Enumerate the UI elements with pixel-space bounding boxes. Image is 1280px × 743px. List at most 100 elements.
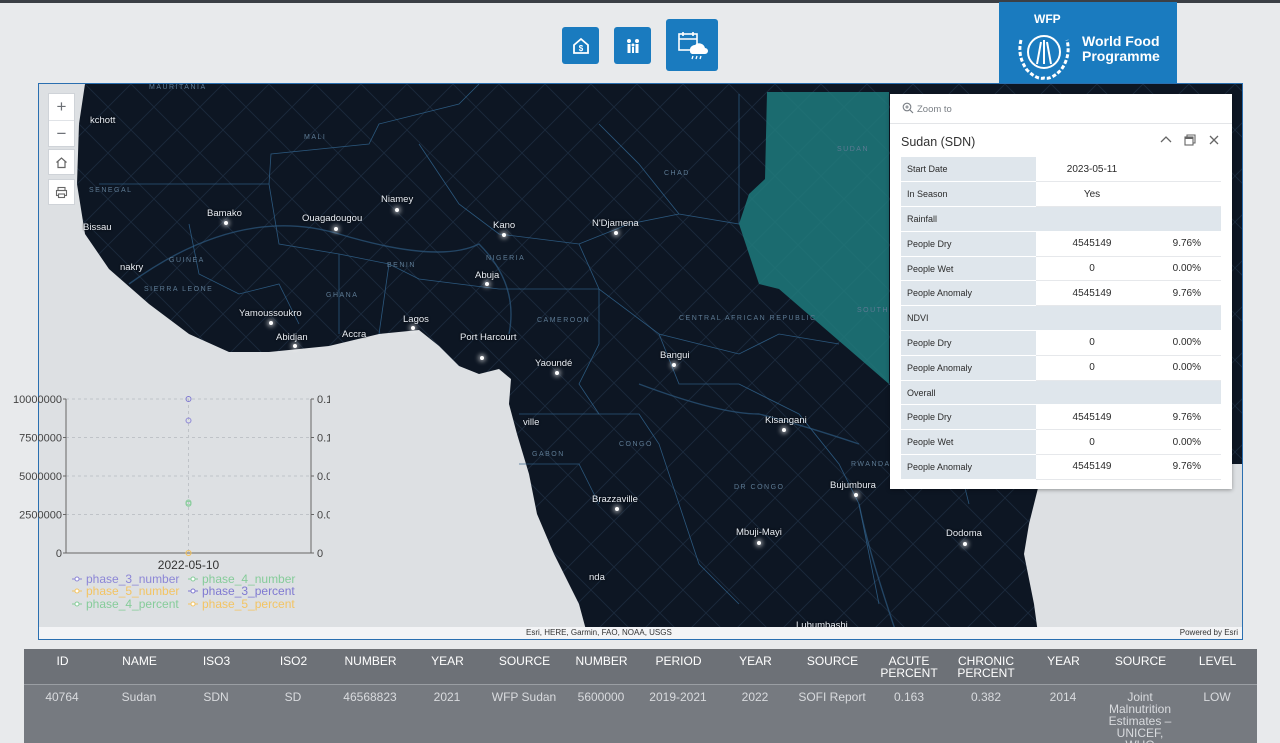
legend-marker-dot (190, 588, 196, 594)
column-header[interactable]: PERIOD (640, 655, 717, 667)
column-header[interactable]: ACUTE PERCENT (879, 655, 939, 679)
city-label: ville (523, 417, 540, 428)
popup-row-value: 0 (1036, 256, 1148, 282)
column-header[interactable]: SOURCE (794, 655, 871, 667)
city-label: Dodoma (946, 528, 982, 539)
popup-row-percent (1148, 380, 1221, 406)
svg-text:SUDAN: SUDAN (837, 146, 869, 153)
column-header[interactable]: ID (24, 655, 101, 667)
zoom-to-action[interactable]: Zoom to (890, 94, 1232, 124)
popup-row-label: People Anomaly (901, 280, 1036, 307)
legend-marker-dot (74, 588, 80, 594)
popup-row-percent: 0.00% (1148, 256, 1221, 282)
column-header[interactable]: NAME (101, 655, 178, 667)
city-label: Bamako (207, 208, 242, 219)
column-header[interactable]: YEAR (409, 655, 486, 667)
column-header[interactable]: LEVEL (1179, 655, 1256, 667)
table-cell: 40764 (45, 690, 79, 704)
print-icon[interactable] (48, 179, 75, 205)
popup-row-label: Overall (901, 380, 1036, 406)
city-label: Ouagadougou (302, 213, 363, 224)
logo-name: World Food Programme (1082, 33, 1160, 64)
logo-abbr: WFP (1034, 12, 1061, 26)
wheat-wreath-icon (1018, 35, 1070, 80)
popup-row-label: NDVI (901, 305, 1036, 332)
city-label: Abuja (475, 270, 500, 281)
popup-row-label: Start Date (901, 157, 1036, 183)
svg-text:NIGERIA: NIGERIA (486, 255, 525, 262)
popup-title: Sudan (SDN) (901, 135, 976, 149)
city-label: Mbuji-Mayi (736, 527, 782, 538)
city-dot (854, 493, 858, 497)
column-header[interactable]: YEAR (717, 655, 794, 667)
table-cell: Joint Malnutrition Estimates – UNICEF, W… (1108, 690, 1172, 743)
city-dot (963, 542, 967, 546)
popup-row: People Anomaly 4545149 9.76% (901, 454, 1221, 480)
tab-climate[interactable] (666, 19, 718, 71)
column-header[interactable]: ISO3 (178, 655, 255, 667)
svg-text:RWANDA: RWANDA (851, 461, 891, 468)
city-label: Accra (342, 329, 367, 340)
popup-row-percent (1148, 181, 1221, 208)
popup-row-label: Rainfall (901, 206, 1036, 232)
wfp-logo[interactable]: WFP World Food Programme (999, 2, 1177, 94)
zoom-out-icon[interactable]: − (49, 120, 74, 146)
popup-row-label: People Anomaly (901, 355, 1036, 381)
home-icon[interactable] (48, 149, 75, 175)
close-icon[interactable] (1208, 134, 1220, 146)
popup-row-percent: 0.00% (1148, 429, 1221, 456)
column-header[interactable]: SOURCE (486, 655, 563, 667)
city-label: N'Djamena (592, 218, 639, 229)
y-left-tick: 7500000 (19, 433, 62, 445)
powered-by-esri[interactable]: Powered by Esri (1180, 628, 1238, 637)
popup-row-label: People Wet (901, 256, 1036, 282)
city-dot (395, 208, 399, 212)
svg-text:DR CONGO: DR CONGO (734, 484, 785, 491)
city-label: Bissau (83, 222, 112, 233)
popup-row: Rainfall (901, 206, 1221, 232)
column-header[interactable]: NUMBER (563, 655, 640, 667)
zoom-to-label: Zoom to (917, 104, 952, 115)
popup-row-value: 0 (1036, 355, 1148, 381)
popup-row: People Wet 0 0.00% (901, 256, 1221, 282)
legend-marker-dot (74, 601, 80, 607)
column-header[interactable]: NUMBER (332, 655, 409, 667)
column-header[interactable]: CHRONIC PERCENT (956, 655, 1016, 679)
popup-row: Overall (901, 380, 1221, 406)
city-label: Bujumbura (830, 480, 876, 491)
popup-row: People Anomaly 4545149 9.76% (901, 280, 1221, 307)
city-dot (782, 428, 786, 432)
popup-row-value: 4545149 (1036, 404, 1148, 431)
city-dot (615, 507, 619, 511)
city-dot (485, 282, 489, 286)
svg-text:GUINEA: GUINEA (169, 257, 205, 264)
y-left-tick: 0 (56, 548, 62, 560)
tab-food-security[interactable]: $ (562, 27, 599, 64)
column-header[interactable]: SOURCE (1102, 655, 1179, 667)
dock-icon[interactable] (1184, 134, 1196, 146)
collapse-icon[interactable] (1160, 134, 1172, 146)
legend-marker-dot (74, 576, 80, 582)
table-cell: 2022 (741, 690, 769, 704)
popup-row-percent: 9.76% (1148, 231, 1221, 257)
svg-text:$: $ (578, 44, 583, 53)
map-attribution: Esri, HERE, Garmin, FAO, NOAA, USGS Powe… (39, 627, 1242, 639)
legend-item: phase_4_percent (86, 597, 179, 611)
table-cell: Sudan (121, 690, 157, 704)
popup-row-value: 4545149 (1036, 454, 1148, 480)
tab-population[interactable] (614, 27, 651, 64)
popup-row-value (1036, 305, 1148, 332)
popup-row-value: 0 (1036, 330, 1148, 356)
table-cell: SD (284, 690, 302, 704)
city-label: nakry (120, 262, 144, 273)
column-header[interactable]: ISO2 (255, 655, 332, 667)
zoom-in-icon[interactable]: + (49, 94, 74, 120)
popup-row-percent (1148, 157, 1221, 183)
svg-text:GHANA: GHANA (326, 292, 358, 299)
column-header[interactable]: YEAR (1025, 655, 1102, 667)
popup-row-value (1036, 380, 1148, 406)
family-icon (626, 38, 639, 53)
svg-text:MALI: MALI (304, 134, 326, 141)
table-cell: WFP Sudan (491, 690, 557, 704)
city-label: kchott (90, 115, 116, 126)
